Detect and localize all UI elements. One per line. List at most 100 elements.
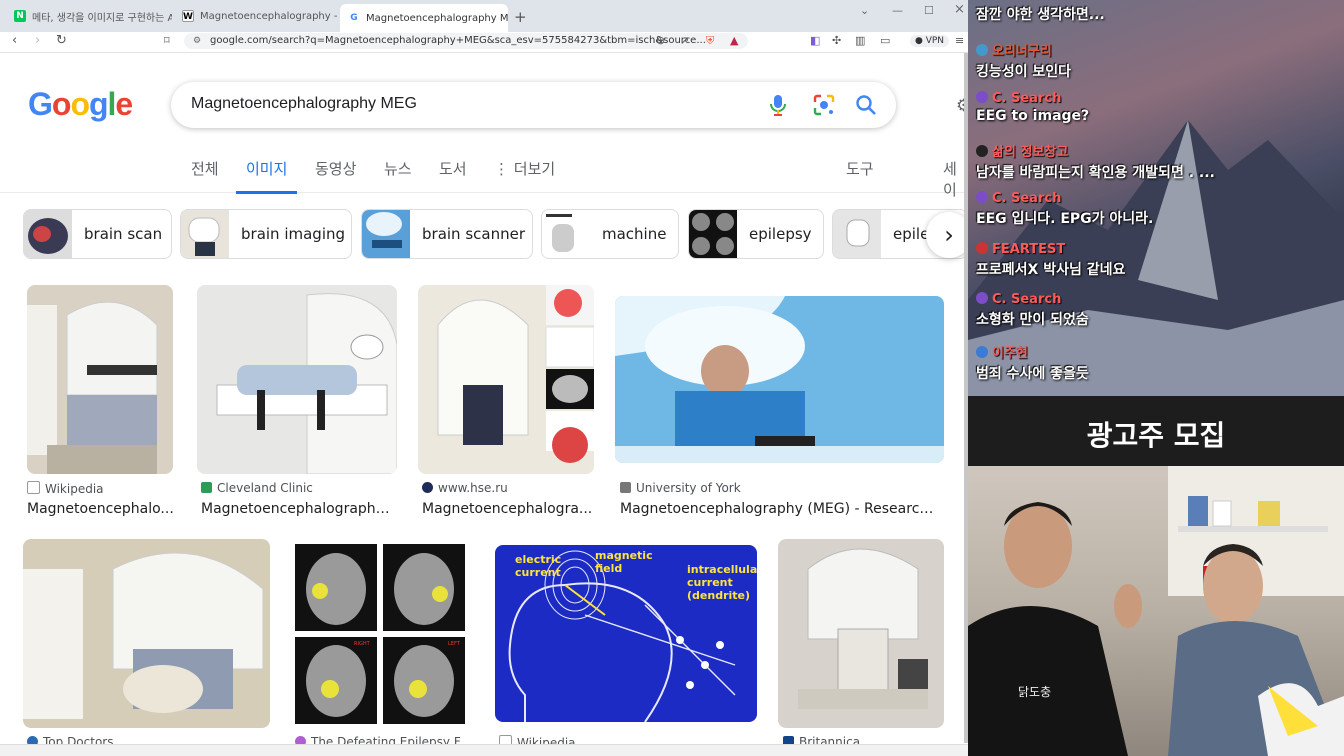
chat-text: 킹능성이 보인다: [976, 64, 1072, 80]
menu-icon[interactable]: ≡: [955, 34, 964, 48]
lens-search-icon[interactable]: [813, 94, 835, 116]
chip-thumbnail: [362, 210, 410, 258]
back-icon[interactable]: ‹: [12, 32, 17, 50]
tab-videos[interactable]: 동영상: [315, 158, 356, 191]
chat-avatar: [976, 346, 988, 358]
result-title[interactable]: Magnetoencephalo...: [27, 501, 175, 517]
result-image-york[interactable]: [615, 296, 944, 463]
tab-naver-article[interactable]: N 메타, 생각을 이미지로 구현하는 AI 공: [6, 4, 172, 28]
sidebar-icon[interactable]: ▥: [855, 34, 865, 48]
mri-label-right: RIGHT: [354, 641, 371, 647]
search-input[interactable]: Magnetoencephalography MEG: [191, 95, 417, 113]
maximize-icon[interactable]: ☐: [924, 4, 934, 17]
chat-username-label: C. Search: [992, 91, 1062, 106]
result-source[interactable]: Wikipedia: [27, 481, 104, 496]
chat-message: C. Search EEG 입니다. EPG가 아니라.: [976, 191, 1153, 228]
close-window-icon[interactable]: ×: [954, 2, 965, 17]
tab-books[interactable]: 도서: [439, 158, 467, 191]
chip-label: brain scan: [84, 225, 163, 243]
shirt-logo-text: 닭도충: [1018, 685, 1051, 699]
chat-username-label: C. Search: [992, 191, 1062, 206]
tab-wikipedia[interactable]: W Magnetoencephalography - Wikiped: [174, 4, 338, 28]
google-logo[interactable]: Google: [28, 86, 133, 123]
tools-button[interactable]: 도구: [846, 158, 874, 191]
tab-google-images[interactable]: G Magnetoencephalography MEG ×: [340, 4, 508, 32]
zoom-icon[interactable]: ⊕: [656, 34, 665, 48]
chip-label: epilepsy: [749, 225, 812, 243]
chat-message: 잠깐 야한 생각하면...: [976, 2, 1105, 24]
tab-more[interactable]: ⋮ 더보기: [494, 158, 555, 191]
brave-shield-icon[interactable]: ⛨: [706, 34, 714, 48]
chat-message: C. Search 소형화 만이 되었숨: [976, 292, 1089, 329]
result-image-topdoctors[interactable]: [23, 539, 270, 728]
forward-icon[interactable]: ›: [35, 32, 40, 50]
chip-thumbnail: [542, 210, 590, 258]
chip-machine[interactable]: machine: [541, 209, 679, 259]
voice-search-icon[interactable]: [769, 94, 787, 116]
result-source[interactable]: University of York: [620, 481, 741, 495]
more-vertical-icon: ⋮: [494, 160, 509, 178]
minimize-icon[interactable]: —: [892, 4, 903, 17]
diagram-label-current: current: [515, 566, 561, 579]
chip-thumbnail: [833, 210, 881, 258]
reload-icon[interactable]: ↻: [56, 32, 67, 50]
result-source-label: Wikipedia: [45, 482, 104, 496]
result-image-meg-diagram[interactable]: electric current magnetic field intracel…: [495, 545, 757, 722]
chips-next-chevron-icon[interactable]: ›: [926, 212, 968, 258]
result-image-cleveland[interactable]: [197, 285, 397, 474]
chip-epilepsy[interactable]: epilepsy: [688, 209, 824, 259]
result-source-label: University of York: [636, 481, 741, 495]
chat-text: 소형화 만이 되었숨: [976, 312, 1089, 328]
chat-text: EEG to image?: [976, 108, 1090, 124]
tab-all[interactable]: 전체: [191, 158, 219, 191]
chip-brain-scan[interactable]: brain scan: [23, 209, 172, 259]
stream-chat-panel: 잠깐 야한 생각하면... 오리너구리 킹능성이 보인다 C. Search E…: [968, 0, 1344, 396]
search-box[interactable]: Magnetoencephalography MEG: [171, 82, 896, 128]
chat-username-label: C. Search: [992, 292, 1062, 307]
chip-thumbnail: [24, 210, 72, 258]
bookmark-icon[interactable]: ⌑: [164, 32, 170, 50]
result-image-hse[interactable]: [418, 285, 594, 474]
chat-message: 이주현 범죄 수사에 좋을듯: [976, 342, 1089, 383]
horizontal-scrollbar[interactable]: [0, 744, 968, 756]
tab-list-chevron-icon[interactable]: ⌄: [860, 4, 869, 17]
result-source[interactable]: Cleveland Clinic: [201, 481, 313, 495]
chat-avatar: [976, 44, 988, 56]
vpn-button[interactable]: ● VPN: [910, 35, 950, 47]
brave-rewards-icon[interactable]: ▲: [730, 34, 738, 48]
wallet-icon[interactable]: ▭: [880, 34, 890, 48]
tab-label: Magnetoencephalography MEG: [366, 12, 508, 24]
chat-text: 범죄 수사에 좋을듯: [976, 366, 1089, 382]
chat-username: C. Search: [976, 91, 1089, 106]
chip-label: brain imaging: [241, 225, 346, 243]
chat-username-label: 오리너구리: [992, 44, 1052, 59]
vpn-label: VPN: [925, 36, 945, 46]
result-title[interactable]: Magnetoencephalography (MEG) - Research,…: [620, 501, 940, 517]
chip-brain-scanner[interactable]: brain scanner: [361, 209, 533, 259]
result-title[interactable]: Magnetoencephalogra...: [422, 501, 594, 517]
share-icon[interactable]: ↗: [680, 34, 689, 48]
result-source-label: Cleveland Clinic: [217, 481, 313, 495]
result-image-britannica[interactable]: [778, 539, 944, 728]
chat-username-label: 삶의 정보창고: [992, 145, 1069, 160]
new-tab-icon[interactable]: +: [514, 8, 527, 26]
result-image-wikipedia[interactable]: [27, 285, 173, 474]
chat-avatar: [976, 242, 988, 254]
result-source[interactable]: www.hse.ru: [422, 481, 508, 495]
chip-brain-imaging[interactable]: brain imaging: [180, 209, 352, 259]
google-favicon-icon: G: [348, 12, 360, 24]
webcam-scene: 닭도충: [968, 466, 1344, 756]
puzzle-extensions-icon[interactable]: ✣: [832, 34, 841, 48]
search-icon[interactable]: [855, 94, 877, 116]
tab-images[interactable]: 이미지: [236, 158, 298, 194]
site-info-icon[interactable]: ⚙: [193, 33, 201, 49]
extension-icon[interactable]: ◧: [810, 34, 820, 48]
chat-username: 오리너구리: [976, 40, 1071, 59]
diagram-label-magnetic: magnetic: [595, 549, 653, 562]
result-title[interactable]: Magnetoencephalography ...: [201, 501, 397, 517]
result-image-defeating-epilepsy[interactable]: RIGHT LEFT: [290, 539, 470, 728]
tab-news[interactable]: 뉴스: [384, 158, 412, 191]
chat-username: 이주현: [976, 342, 1089, 361]
chip-thumbnail: [689, 210, 737, 258]
chat-message: 삶의 정보창고 남자를 바람피는지 확인용 개발되면 . ...: [976, 141, 1215, 182]
